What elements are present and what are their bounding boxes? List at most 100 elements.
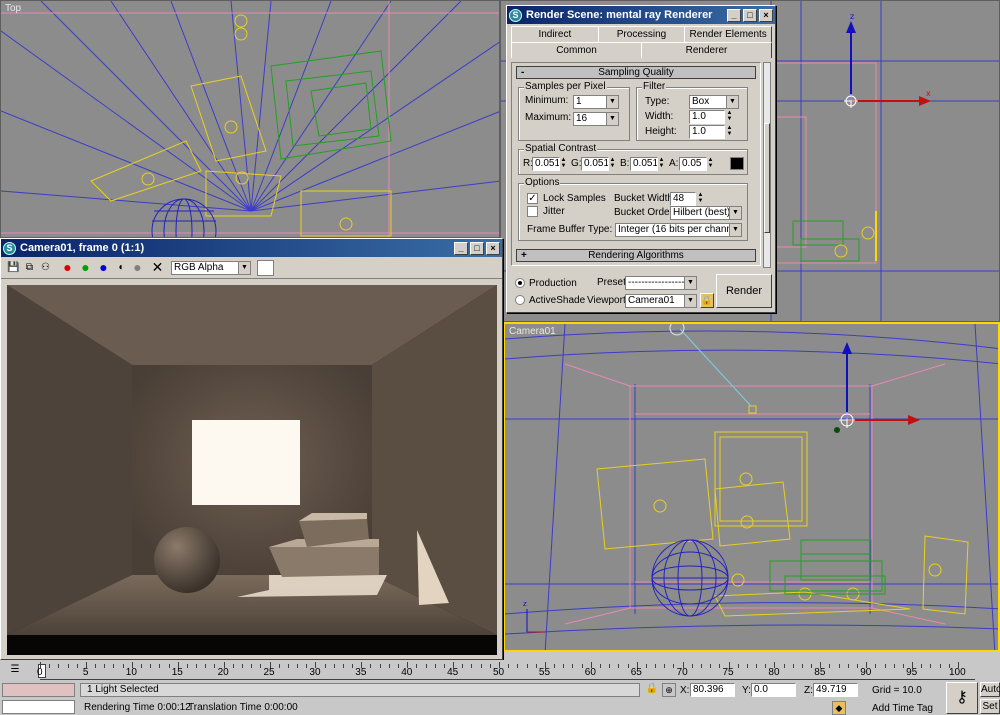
- top-viewport-label[interactable]: Top: [5, 3, 21, 14]
- rendered-frame-window: S Camera01, frame 0 (1:1) _ □ × 💾 ⧉ ⚇ ● …: [0, 238, 503, 660]
- options-group-title: Options: [524, 177, 561, 188]
- r-spinner[interactable]: ▲ ▼: [560, 157, 567, 171]
- auto-key-button[interactable]: Auto: [980, 682, 1000, 697]
- clone-icon[interactable]: ⚇: [39, 261, 52, 274]
- maximum-select[interactable]: 16: [573, 112, 619, 126]
- tab-renderer[interactable]: Renderer: [641, 42, 772, 58]
- lock-selection-icon[interactable]: 🔒: [645, 683, 659, 697]
- maxscript-field[interactable]: [2, 700, 75, 714]
- contrast-group-title: Spatial Contrast: [524, 143, 598, 154]
- alpha-channel-icon[interactable]: ◐: [115, 261, 128, 274]
- z-coordinate-field[interactable]: 49.719: [813, 683, 858, 697]
- filter-width-field[interactable]: 1.0: [689, 110, 725, 124]
- scrollbar-thumb[interactable]: [764, 123, 770, 233]
- timeline-toggle-icon[interactable]: ☰: [8, 663, 22, 677]
- a-spinner[interactable]: ▲ ▼: [707, 157, 714, 171]
- rollout-rendering-algorithms[interactable]: + Rendering Algorithms: [516, 249, 756, 262]
- b-spinner[interactable]: ▲ ▼: [658, 157, 665, 171]
- filter-height-field[interactable]: 1.0: [689, 125, 725, 139]
- r-field[interactable]: 0.051: [532, 157, 560, 171]
- channel-select[interactable]: RGB Alpha: [171, 261, 251, 275]
- rollout-expand-sign: +: [521, 250, 527, 261]
- copy-icon[interactable]: ⧉: [23, 261, 36, 274]
- set-key-button[interactable]: Set: [980, 699, 1000, 714]
- rollout-sampling-quality[interactable]: - Sampling Quality: [516, 66, 756, 79]
- red-channel-icon[interactable]: ●: [61, 260, 74, 274]
- time-tag-icon[interactable]: ◆: [832, 701, 846, 715]
- preset-select[interactable]: -------------------: [625, 276, 697, 290]
- color-swatch[interactable]: [257, 260, 274, 276]
- y-label: Y:: [742, 685, 751, 696]
- timeline-tick-mark: [618, 664, 620, 668]
- samples-group-title: Samples per Pixel: [524, 81, 607, 92]
- a-field[interactable]: 0.05: [679, 157, 707, 171]
- close-icon[interactable]: ×: [759, 8, 773, 22]
- activeshade-radio[interactable]: [515, 295, 525, 305]
- frame-buffer-label: Frame Buffer Type:: [527, 224, 613, 235]
- g-field[interactable]: 0.051: [581, 157, 609, 171]
- frame-maximize-icon[interactable]: □: [470, 241, 484, 255]
- panel-scrollbar[interactable]: [763, 62, 771, 268]
- top-viewport[interactable]: Top: [0, 0, 500, 238]
- timeline-tick-mark: [398, 664, 400, 668]
- tab-indirect-illumination[interactable]: Indirect Illumination: [511, 26, 599, 55]
- contrast-color-swatch[interactable]: [730, 157, 744, 170]
- timeline-tick-mark: [113, 664, 115, 668]
- minimum-select[interactable]: 1: [573, 95, 619, 109]
- b-field[interactable]: 0.051: [630, 157, 658, 171]
- filter-type-select[interactable]: Box: [689, 95, 739, 109]
- save-icon[interactable]: 💾: [7, 261, 20, 274]
- a-label: A:: [669, 158, 679, 169]
- minimize-icon[interactable]: _: [727, 8, 741, 22]
- timeline-tick-mark: [801, 664, 803, 668]
- mono-icon[interactable]: ●: [131, 260, 144, 274]
- render-scene-titlebar[interactable]: S Render Scene: mental ray Renderer _ □ …: [507, 6, 775, 24]
- x-coordinate-field[interactable]: 80.396: [690, 683, 735, 697]
- tab-render-elements[interactable]: Render Elements: [684, 26, 773, 42]
- selection-swatch[interactable]: [2, 683, 75, 697]
- timeline-tick-mark: [333, 664, 335, 668]
- timeline-tick-mark: [581, 664, 583, 668]
- frame-buffer-select[interactable]: Integer (16 bits per channel): [615, 223, 742, 237]
- jitter-checkbox[interactable]: [527, 206, 538, 217]
- lock-viewport-icon[interactable]: 🔒: [700, 293, 714, 308]
- timeline-tick-mark: [379, 664, 381, 668]
- y-coordinate-field[interactable]: 0.0: [751, 683, 796, 697]
- add-time-tag[interactable]: Add Time Tag: [872, 703, 933, 714]
- filter-width-spinner[interactable]: ▲ ▼: [726, 110, 733, 124]
- timeline-tick-label: 85: [814, 667, 826, 678]
- frame-minimize-icon[interactable]: _: [454, 241, 468, 255]
- bucket-width-field[interactable]: 48: [670, 192, 696, 206]
- timeline-tick-label: 45: [447, 667, 459, 678]
- timeline-tick-label: 75: [722, 667, 734, 678]
- camera-viewport-label[interactable]: Camera01: [509, 326, 556, 337]
- timeline-track[interactable]: 0 5 10 15 20 25 30 35 40 45 50 55 60 65 70 75 80 85 90 95 10…: [37, 662, 975, 680]
- rollout-algorithms-label: Rendering Algorithms: [588, 250, 684, 261]
- clear-icon[interactable]: ✕: [151, 260, 164, 274]
- set-key-icon[interactable]: ⚷: [946, 682, 978, 714]
- frame-close-icon[interactable]: ×: [486, 241, 500, 255]
- timeline-tick-mark: [691, 664, 693, 668]
- g-spinner[interactable]: ▲ ▼: [609, 157, 616, 171]
- lock-samples-checkbox[interactable]: ✓: [527, 193, 538, 204]
- camera-viewport[interactable]: Camera01 z: [503, 322, 1000, 652]
- timeline-tick-mark: [517, 664, 519, 668]
- bucket-width-spinner[interactable]: ▲ ▼: [697, 192, 704, 206]
- tab-common[interactable]: Common: [511, 42, 642, 58]
- green-channel-icon[interactable]: ●: [79, 260, 92, 274]
- bucket-order-select[interactable]: Hilbert (best): [670, 206, 742, 220]
- render-button[interactable]: Render: [716, 274, 772, 308]
- timeline-tick-mark: [434, 664, 436, 668]
- timeline-tick-mark: [746, 664, 748, 668]
- blue-channel-icon[interactable]: ●: [97, 260, 110, 274]
- lock-samples-label: Lock Samples: [543, 193, 606, 204]
- tab-processing[interactable]: Processing: [597, 26, 686, 42]
- maximize-icon[interactable]: □: [743, 8, 757, 22]
- production-radio[interactable]: [515, 278, 525, 288]
- filter-height-spinner[interactable]: ▲ ▼: [726, 125, 733, 139]
- viewport-select[interactable]: Camera01: [625, 294, 697, 308]
- absolute-mode-icon[interactable]: ⊕: [662, 683, 676, 697]
- frame-titlebar[interactable]: S Camera01, frame 0 (1:1) _ □ ×: [1, 239, 502, 257]
- preset-label: Preset:: [597, 277, 629, 288]
- z-axis-label: z: [850, 12, 854, 21]
